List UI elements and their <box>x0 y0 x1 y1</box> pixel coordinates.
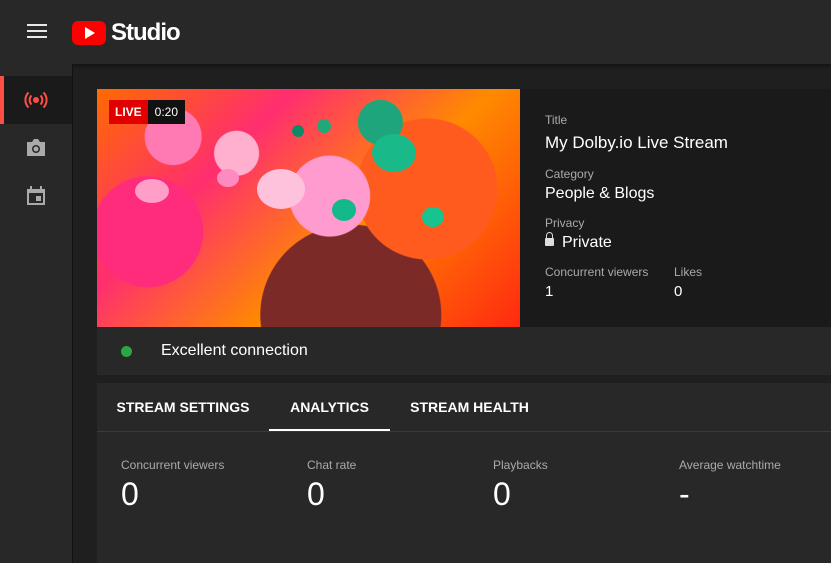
tab-analytics[interactable]: ANALYTICS <box>269 383 390 431</box>
metric-label-chat-rate: Chat rate <box>307 458 357 472</box>
bubble <box>317 119 331 133</box>
stream-preview[interactable]: LIVE 0:20 <box>97 89 520 327</box>
sidebar-item-schedule[interactable] <box>0 172 72 220</box>
bubble <box>217 169 239 187</box>
youtube-play-icon <box>72 21 106 45</box>
title-label: Title <box>545 113 568 127</box>
metric-value-average-watchtime: - <box>679 476 690 512</box>
sidebar-item-live[interactable] <box>0 76 72 124</box>
analytics-panel: STREAM SETTINGS ANALYTICS STREAM HEALTH … <box>97 383 831 563</box>
likes-value: 0 <box>674 283 683 300</box>
tab-bar: STREAM SETTINGS ANALYTICS STREAM HEALTH <box>97 383 831 432</box>
tab-stream-settings[interactable]: STREAM SETTINGS <box>109 383 257 431</box>
connection-status: Excellent connection <box>97 327 831 375</box>
metric-value-concurrent-viewers: 0 <box>121 476 139 512</box>
concurrent-viewers-label: Concurrent viewers <box>545 265 649 279</box>
logo-text: Studio <box>111 19 181 46</box>
bubble <box>422 207 444 227</box>
main-content: LIVE 0:20 Title My Dolby.io Live Stream … <box>97 89 831 563</box>
privacy-value: Private <box>545 232 612 252</box>
metric-value-playbacks: 0 <box>493 476 511 512</box>
likes-label: Likes <box>674 265 703 279</box>
elapsed-time: 0:20 <box>147 100 186 124</box>
bubble <box>372 134 416 172</box>
top-app-bar: Studio <box>0 0 831 64</box>
hamburger-menu-icon[interactable] <box>27 24 47 40</box>
metric-value-chat-rate: 0 <box>307 476 325 512</box>
stream-category: People & Blogs <box>545 185 655 202</box>
metric-label-playbacks: Playbacks <box>493 458 548 472</box>
lock-icon <box>545 232 554 246</box>
stream-details: Title My Dolby.io Live Stream Category P… <box>520 89 831 327</box>
category-label: Category <box>545 167 594 181</box>
sidebar-item-camera[interactable] <box>0 124 72 172</box>
live-broadcast-icon <box>24 91 48 109</box>
camera-icon <box>27 139 45 156</box>
bubble <box>332 199 356 221</box>
stream-title: My Dolby.io Live Stream <box>545 133 728 152</box>
connection-status-text: Excellent connection <box>161 342 308 359</box>
metric-label-concurrent-viewers: Concurrent viewers <box>121 458 225 472</box>
bubble <box>135 179 169 203</box>
youtube-studio-logo[interactable]: Studio <box>72 19 181 47</box>
connection-status-dot-icon <box>121 346 132 357</box>
concurrent-viewers-value: 1 <box>545 283 554 300</box>
privacy-label: Privacy <box>545 216 585 230</box>
privacy-text: Private <box>562 234 612 251</box>
live-label: LIVE <box>109 100 148 124</box>
metric-label-average-watchtime: Average watchtime <box>679 458 781 472</box>
tab-stream-health[interactable]: STREAM HEALTH <box>402 383 537 431</box>
live-badge: LIVE 0:20 <box>109 100 186 124</box>
bubble <box>257 169 305 209</box>
calendar-icon <box>27 186 45 205</box>
bubble <box>292 125 304 137</box>
sidebar <box>0 64 73 563</box>
